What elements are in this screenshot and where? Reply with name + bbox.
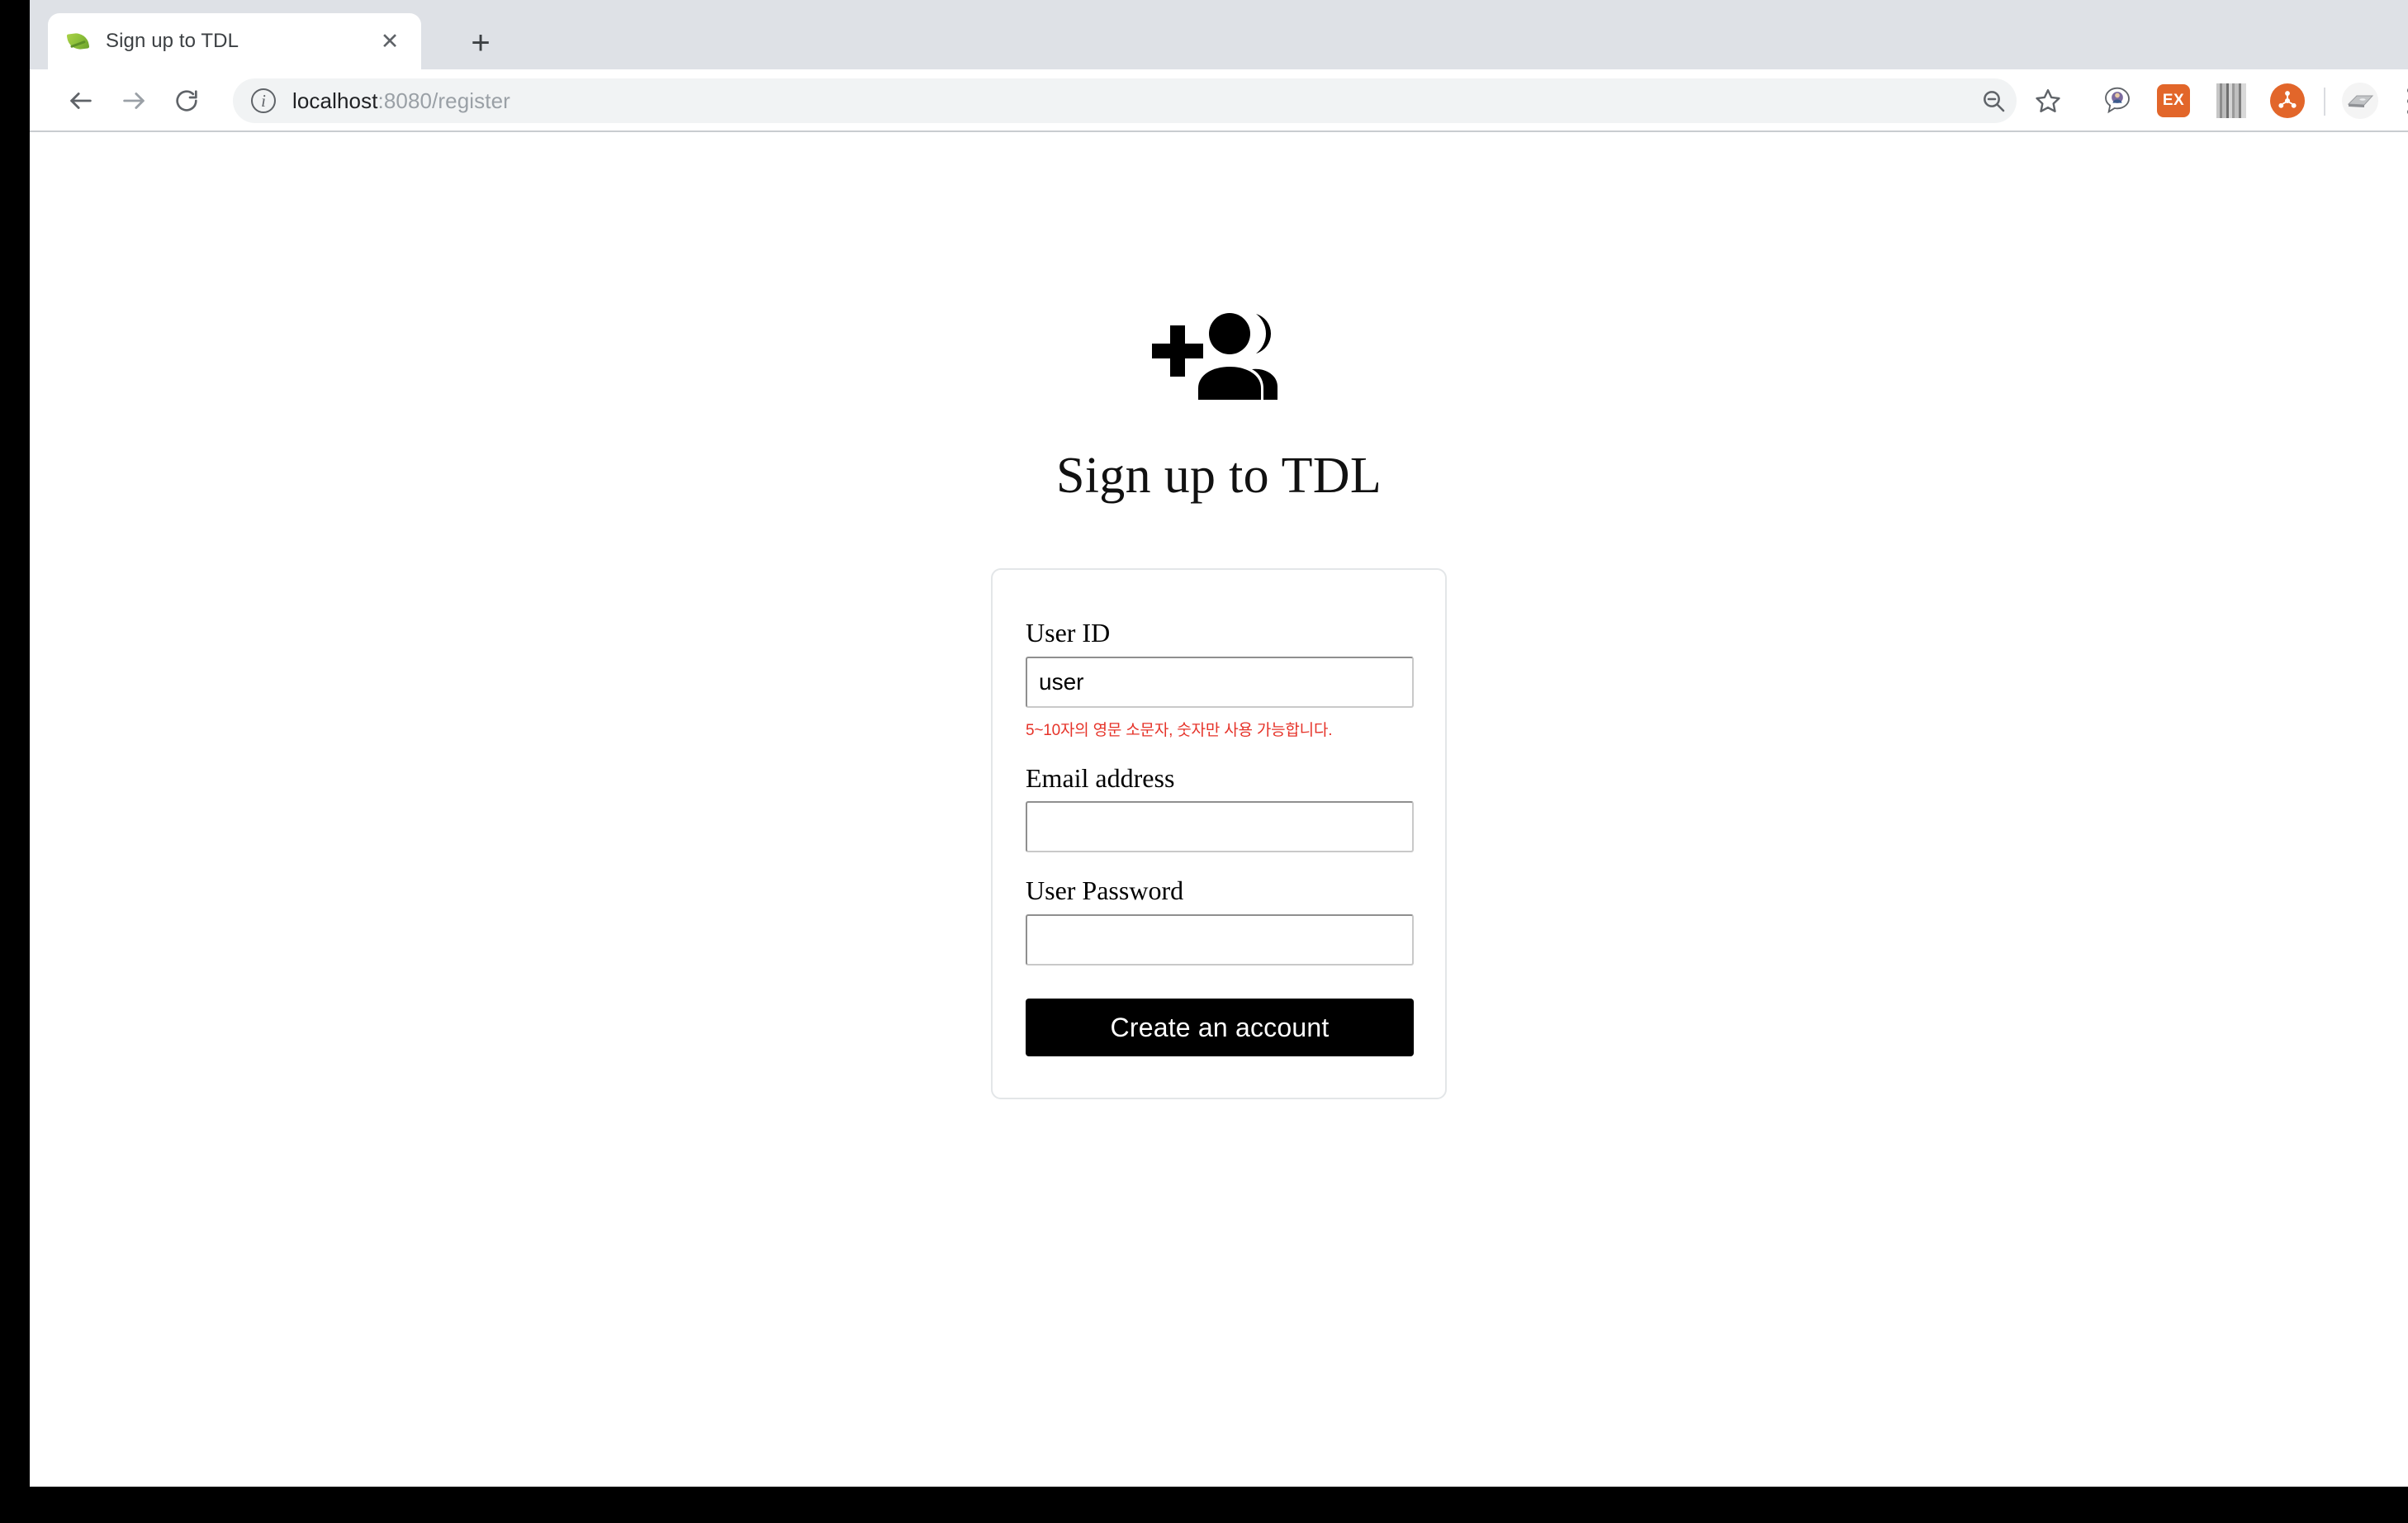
tab-strip: Sign up to TDL ✕ +: [30, 0, 2408, 69]
ex-extension-label: EX: [2157, 84, 2190, 117]
forward-icon[interactable]: [112, 79, 155, 122]
screen-frame: Sign up to TDL ✕ + i localhost:8080/regi…: [0, 0, 2408, 1523]
back-icon[interactable]: [59, 79, 102, 122]
site-info-icon[interactable]: i: [251, 88, 276, 113]
spring-leaf-icon: [66, 29, 91, 54]
page-title: Sign up to TDL: [1055, 448, 1382, 504]
group-add-icon: [1149, 307, 1289, 405]
tab-title: Sign up to TDL: [106, 30, 239, 52]
signup-card: User ID 5~10자의 영문 소문자, 숫자만 사용 가능합니다. Ema…: [991, 568, 1447, 1100]
user-id-label: User ID: [1026, 618, 1111, 648]
orange-network-glyph: [2270, 83, 2305, 118]
user-id-input[interactable]: [1026, 656, 1414, 708]
browser-window: Sign up to TDL ✕ + i localhost:8080/regi…: [30, 0, 2408, 1487]
address-bar-url: localhost:8080/register: [292, 88, 510, 114]
profile-avatar-glyph: [2342, 83, 2378, 119]
url-host: localhost: [292, 88, 378, 113]
password-label: User Password: [1026, 875, 1184, 906]
speech-bubble-avatar-icon[interactable]: [2096, 79, 2139, 122]
browser-tab[interactable]: Sign up to TDL ✕: [48, 13, 421, 69]
profile-avatar-icon[interactable]: [2339, 79, 2382, 122]
page-viewport: Sign up to TDL User ID 5~10자의 영문 소문자, 숫자…: [30, 134, 2408, 1487]
bookmark-star-icon[interactable]: [2026, 79, 2069, 122]
reload-icon[interactable]: [165, 79, 208, 122]
signup-page: Sign up to TDL User ID 5~10자의 영문 소문자, 숫자…: [30, 134, 2408, 1100]
zoom-out-icon[interactable]: [1972, 79, 2015, 122]
close-icon[interactable]: ✕: [372, 23, 408, 59]
ex-extension-icon[interactable]: EX: [2152, 79, 2195, 122]
orange-network-extension-icon[interactable]: [2266, 79, 2309, 122]
email-input[interactable]: [1026, 801, 1414, 853]
stripes-glyph: [2216, 83, 2246, 118]
chrome-menu-icon[interactable]: [2388, 79, 2408, 122]
address-bar[interactable]: i localhost:8080/register: [233, 78, 2017, 123]
browser-toolbar: i localhost:8080/register EX: [30, 69, 2408, 132]
password-input[interactable]: [1026, 914, 1414, 966]
new-tab-button[interactable]: +: [459, 21, 502, 64]
toolbar-divider: [2324, 88, 2325, 116]
stripes-extension-icon[interactable]: [2210, 79, 2253, 122]
url-path: :8080/register: [377, 88, 510, 113]
create-account-button[interactable]: Create an account: [1026, 999, 1414, 1057]
user-id-error-message: 5~10자의 영문 소문자, 숫자만 사용 가능합니다.: [1026, 721, 1333, 739]
email-label: Email address: [1026, 762, 1175, 793]
